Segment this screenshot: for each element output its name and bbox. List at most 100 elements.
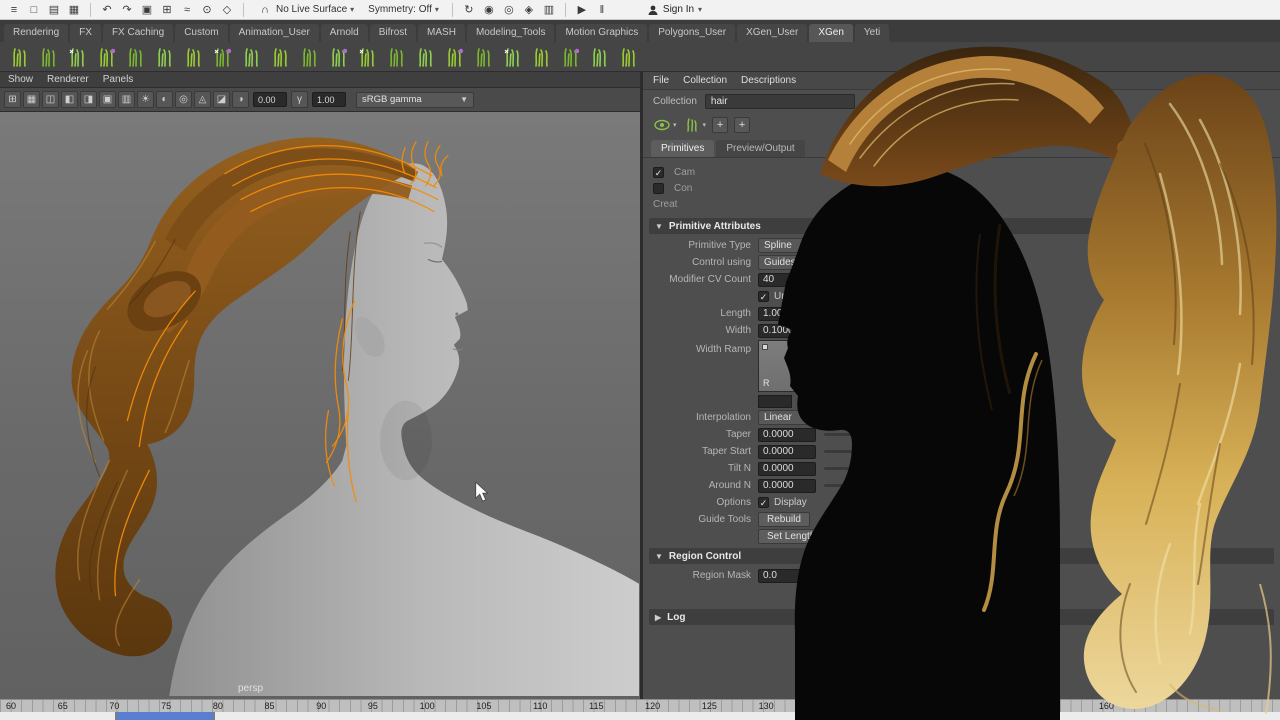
taper-slider[interactable] (824, 433, 890, 436)
xgen-shelf-grass-icon[interactable] (383, 43, 410, 70)
checkbox[interactable]: ✓ (653, 167, 664, 178)
shelf-tab-fx-caching[interactable]: FX Caching (103, 24, 173, 42)
xgen-menu-collection[interactable]: Collection (683, 75, 727, 86)
vp-grid-icon[interactable]: ⊞ (4, 91, 21, 108)
xgen-shelf-grass-icon[interactable] (238, 43, 265, 70)
shelf-tab-bifrost[interactable]: Bifrost (370, 24, 416, 42)
gamma-icon[interactable]: γ (291, 91, 308, 108)
shelf-tab-animation-user[interactable]: Animation_User (230, 24, 319, 42)
vp-ao-icon[interactable]: ◎ (175, 91, 192, 108)
display-checkbox[interactable]: ✓ (758, 497, 769, 508)
section-log[interactable]: ▶ Log (649, 609, 1274, 625)
add-collection-button[interactable]: + (734, 117, 750, 133)
interpolation-dropdown[interactable]: Linear▾ (758, 410, 830, 425)
width-field[interactable]: 0.1000 (758, 324, 816, 338)
vp-xray-icon[interactable]: ◪ (213, 91, 230, 108)
region-mask-field[interactable]: 0.0 (758, 569, 816, 583)
shelf-tab-custom[interactable]: Custom (175, 24, 227, 42)
xgen-shelf-grass-icon[interactable] (296, 43, 323, 70)
sign-in-button[interactable]: Sign In ▾ (640, 3, 709, 17)
modifier-cv-count-field[interactable]: 40 (758, 273, 816, 287)
xgen-shelf-grass-icon[interactable] (325, 43, 352, 70)
xgen-shelf-grass-icon[interactable] (354, 43, 381, 70)
uniform-cvs-checkbox[interactable]: ✓ (758, 291, 769, 302)
checkbox[interactable] (653, 183, 664, 194)
xgen-shelf-grass-icon[interactable] (122, 43, 149, 70)
vp-gate-mask-icon[interactable]: ◧ (61, 91, 78, 108)
menu-icon[interactable]: ≡ (6, 2, 22, 18)
snap-curve-icon[interactable]: ≈ (179, 2, 195, 18)
xgen-shelf-grass-icon[interactable] (412, 43, 439, 70)
vp-lighting-icon[interactable]: ☀ (137, 91, 154, 108)
xgen-shelf-grass-icon[interactable] (470, 43, 497, 70)
tilt-n-slider[interactable] (824, 467, 890, 470)
shelf-tab-yeti[interactable]: Yeti (855, 24, 889, 42)
vp-motion-blur-icon[interactable]: ◬ (194, 91, 211, 108)
viewport-menu-panels[interactable]: Panels (103, 74, 134, 85)
xgen-shelf-grass-icon[interactable] (528, 43, 555, 70)
time-slider[interactable]: 6065707580859095100105110115120125130135… (0, 699, 1280, 712)
vp-safe-action-icon[interactable]: ▣ (99, 91, 116, 108)
new-scene-icon[interactable]: □ (26, 2, 42, 18)
gamma-field[interactable]: 1.00 (312, 92, 346, 107)
vp-shadows-icon[interactable]: ◐ (156, 91, 173, 108)
set-length-button[interactable]: Set Length (758, 529, 824, 544)
shelf-tab-mash[interactable]: MASH (418, 24, 465, 42)
control-using-dropdown[interactable]: Guides▾ (758, 255, 830, 270)
xgen-shelf-grass-icon[interactable] (151, 43, 178, 70)
update-preview-button[interactable]: ▾ (683, 116, 707, 134)
xgen-shelf-grass-icon[interactable] (35, 43, 62, 70)
pause-icon[interactable]: ‖ (594, 2, 610, 18)
xgen-shelf-grass-icon[interactable] (6, 43, 33, 70)
taper-start-slider[interactable] (824, 450, 890, 453)
xgen-shelf-grass-icon[interactable] (209, 43, 236, 70)
undo-icon[interactable]: ↶ (99, 2, 115, 18)
xgen-shelf-grass-icon[interactable] (441, 43, 468, 70)
exposure-icon[interactable]: ◑ (232, 91, 249, 108)
shelf-tab-polygons-user[interactable]: Polygons_User (649, 24, 735, 42)
tab-primitives[interactable]: Primitives (651, 140, 714, 157)
viewport-menu-show[interactable]: Show (8, 74, 33, 85)
xgen-shelf-grass-icon[interactable] (180, 43, 207, 70)
symmetry-dropdown[interactable]: Symmetry: Off ▾ (363, 3, 444, 16)
select-mask-icon[interactable]: ▣ (139, 2, 155, 18)
section-primitive-attributes[interactable]: ▼ Primitive Attributes (649, 218, 1274, 234)
vp-field-chart-icon[interactable]: ◨ (80, 91, 97, 108)
tab-preview-output[interactable]: Preview/Output (716, 140, 804, 157)
shelf-tab-xgen-user[interactable]: XGen_User (737, 24, 807, 42)
tilt-n-field[interactable]: 0.0000 (758, 462, 816, 476)
width-ramp-widget[interactable]: R (758, 340, 878, 392)
vp-resolution-gate-icon[interactable]: ◫ (42, 91, 59, 108)
ipr-render-icon[interactable]: ◎ (501, 2, 517, 18)
vp-safe-title-icon[interactable]: ▥ (118, 91, 135, 108)
region-mask-slider[interactable] (824, 574, 890, 577)
render-icon[interactable]: ◉ (481, 2, 497, 18)
viewport-menu-renderer[interactable]: Renderer (47, 74, 89, 85)
section-region-control[interactable]: ▼ Region Control (649, 548, 1274, 564)
length-field[interactable]: 1.0000 (758, 307, 816, 321)
xgen-shelf-grass-icon[interactable] (615, 43, 642, 70)
redo-icon[interactable]: ↷ (119, 2, 135, 18)
around-n-field[interactable]: 0.0000 (758, 479, 816, 493)
shelf-tab-fx[interactable]: FX (70, 24, 101, 42)
taper-start-field[interactable]: 0.0000 (758, 445, 816, 459)
anim-playback-icon[interactable]: ▶ (574, 2, 590, 18)
history-icon[interactable]: ↻ (461, 2, 477, 18)
render-settings-icon[interactable]: ◈ (521, 2, 537, 18)
shelf-tab-arnold[interactable]: Arnold (321, 24, 368, 42)
snap-grid-icon[interactable]: ⊞ (159, 2, 175, 18)
taper-field[interactable]: 0.0000 (758, 428, 816, 442)
open-scene-icon[interactable]: ▤ (46, 2, 62, 18)
xgen-shelf-grass-icon[interactable] (64, 43, 91, 70)
xgen-shelf-grass-icon[interactable] (499, 43, 526, 70)
around-n-slider[interactable] (824, 484, 890, 487)
display-layer-icon[interactable]: ▥ (541, 2, 557, 18)
shelf-tab-xgen[interactable]: XGen (809, 24, 853, 42)
xgen-shelf-grass-icon[interactable] (586, 43, 613, 70)
shelf-tab-modeling-tools[interactable]: Modeling_Tools (467, 24, 555, 42)
add-description-button[interactable]: + (712, 117, 728, 133)
view-transform-select[interactable]: sRGB gamma ▼ (356, 92, 474, 108)
xgen-shelf-grass-icon[interactable] (93, 43, 120, 70)
shelf-tab-rendering[interactable]: Rendering (4, 24, 68, 42)
length-slider[interactable] (824, 312, 890, 315)
